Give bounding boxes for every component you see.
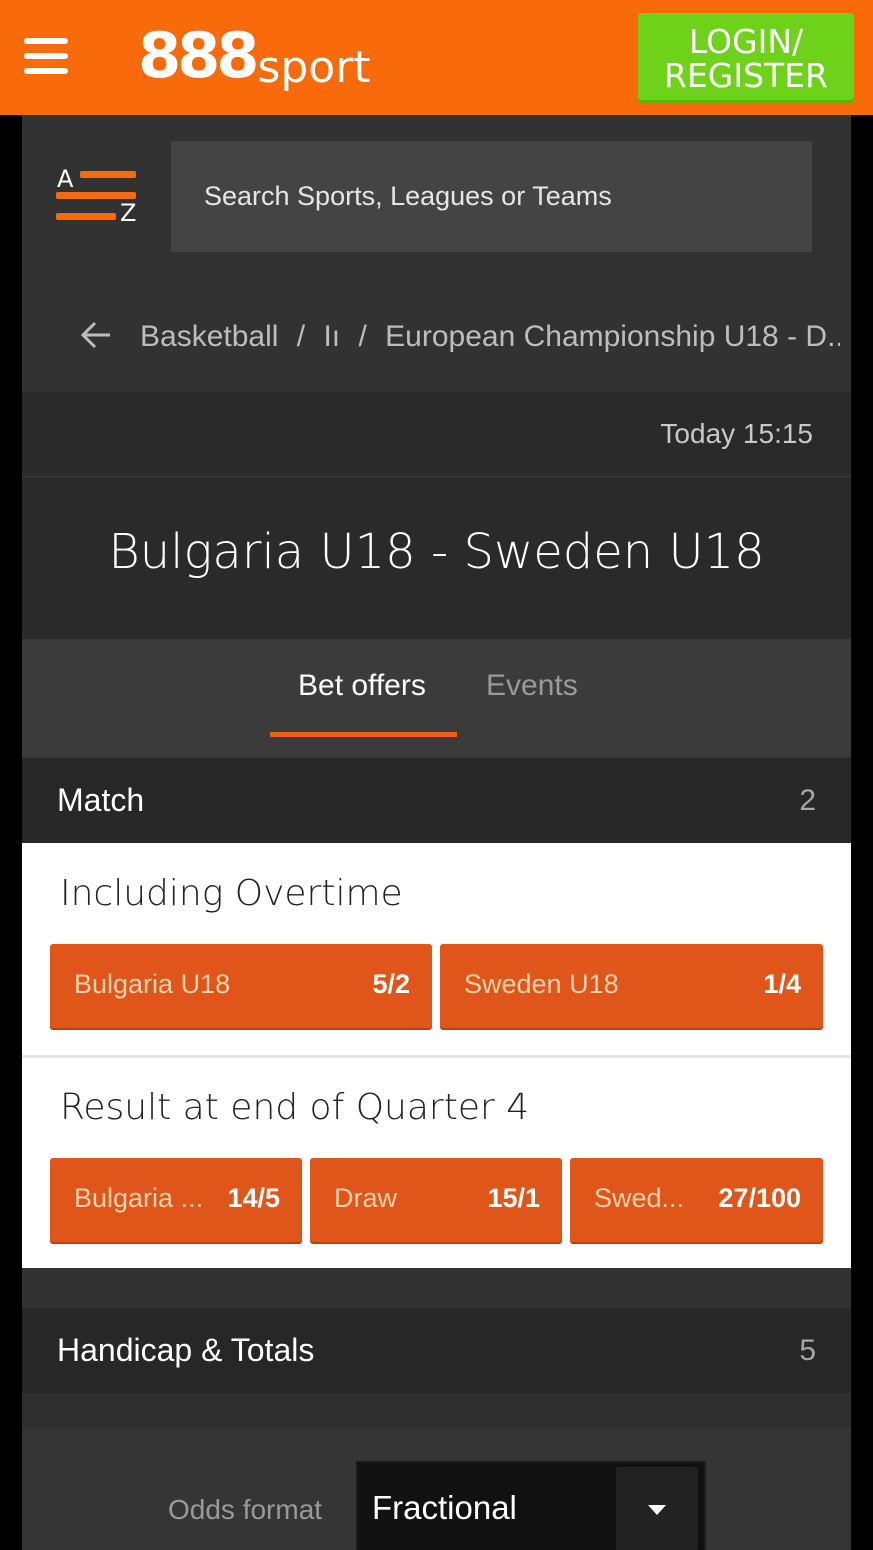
section-count: 5: [799, 1334, 816, 1367]
left-gutter: [0, 115, 22, 1550]
outcome-name: Bulgaria ...: [74, 1183, 204, 1213]
breadcrumb-league[interactable]: European Championship U18 - D...: [385, 320, 840, 353]
breadcrumb-separator: /: [358, 320, 367, 353]
section-handicap-totals[interactable]: Handicap & Totals 5: [22, 1308, 851, 1393]
odds-format-select[interactable]: Fractional: [356, 1461, 706, 1550]
odds-format-value: Fractional: [372, 1489, 517, 1526]
odds-button[interactable]: Swed... 27/100: [570, 1158, 823, 1242]
top-header: 888sport LOGIN/ REGISTER: [0, 0, 873, 115]
odds-format-bar: Odds format Fractional: [22, 1428, 851, 1550]
right-gutter: [851, 115, 873, 1550]
tab-events[interactable]: Events: [486, 669, 578, 703]
breadcrumb-separator: /: [296, 320, 306, 353]
section-label: Handicap & Totals: [57, 1332, 315, 1368]
event-header: Bulgaria U18 - Sweden U18: [22, 478, 851, 639]
event-tabs: Bet offers Events: [22, 639, 851, 757]
event-time-bar: Today 15:15: [22, 392, 851, 477]
outcome-odds: 15/1: [487, 1183, 540, 1213]
outcome-name: Bulgaria U18: [74, 969, 231, 999]
outcome-odds: 5/2: [372, 969, 410, 999]
outcome-odds: 1/4: [763, 969, 801, 999]
back-arrow-icon[interactable]: [80, 319, 112, 351]
login-label-line2: REGISTER: [664, 56, 828, 95]
breadcrumb: Basketball / Iı / European Championship …: [80, 315, 840, 359]
outcome-name: Draw: [334, 1183, 398, 1213]
login-label-line1: LOGIN/: [688, 22, 804, 61]
event-title: Bulgaria U18 - Sweden U18: [108, 524, 765, 580]
outcome-name: Sweden U18: [464, 969, 619, 999]
active-tab-indicator: [270, 732, 457, 737]
login-register-button[interactable]: LOGIN/ REGISTER: [638, 13, 854, 103]
market-title: Result at end of Quarter 4: [60, 1087, 530, 1128]
odds-button[interactable]: Draw 15/1: [310, 1158, 562, 1242]
section-gap: [22, 1268, 851, 1308]
section-label: Match: [57, 782, 145, 818]
dropdown-button[interactable]: [616, 1467, 698, 1550]
market-list: Including Overtime Bulgaria U18 5/2 Swed…: [22, 843, 851, 1268]
tab-bet-offers[interactable]: Bet offers: [298, 669, 426, 703]
odds-format-label: Odds format: [168, 1494, 323, 1525]
section-count: 2: [799, 784, 816, 817]
a-z-sports-icon[interactable]: A Z: [56, 163, 136, 227]
main-panel: A Z Basketball / Iı / European Champions…: [22, 115, 851, 1550]
market-divider: [22, 1055, 851, 1058]
section-gap: [22, 1393, 851, 1428]
breadcrumb-category[interactable]: Iı: [323, 320, 340, 353]
odds-button[interactable]: Bulgaria U18 5/2: [50, 944, 432, 1028]
odds-button[interactable]: Sweden U18 1/4: [440, 944, 823, 1028]
section-match[interactable]: Match 2: [22, 758, 851, 843]
market-title: Including Overtime: [60, 873, 403, 914]
search-input[interactable]: [171, 141, 812, 252]
chevron-down-icon: [648, 1505, 666, 1515]
breadcrumb-basketball[interactable]: Basketball: [140, 320, 278, 353]
odds-button[interactable]: Bulgaria ... 14/5: [50, 1158, 302, 1242]
888sport-logo[interactable]: 888sport: [138, 18, 371, 98]
outcome-name: Swed...: [594, 1183, 685, 1213]
outcome-odds: 27/100: [718, 1183, 801, 1213]
event-time: Today 15:15: [660, 418, 813, 449]
outcome-odds: 14/5: [227, 1183, 280, 1213]
menu-hamburger-icon[interactable]: [24, 38, 68, 74]
